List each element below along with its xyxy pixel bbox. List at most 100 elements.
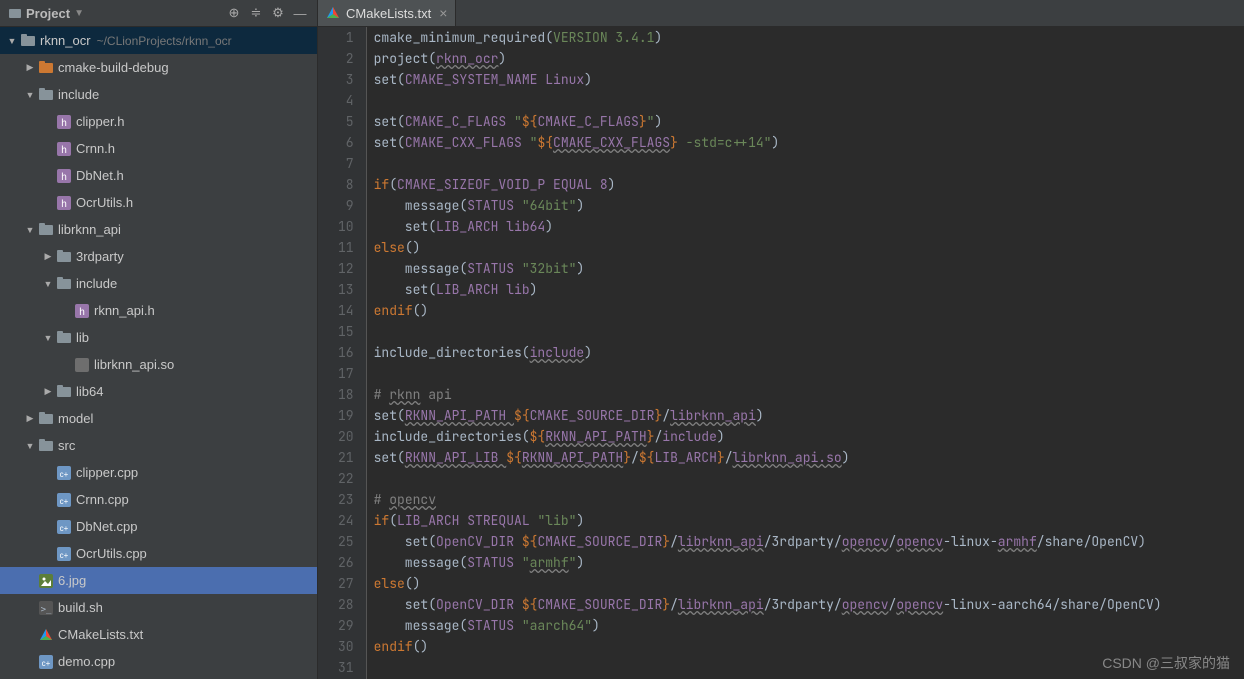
tree-item-lib[interactable]: ▼ lib — [0, 324, 317, 351]
code-line[interactable]: set(RKNN_API_LIB ${RKNN_API_PATH}/${LIB_… — [374, 447, 1244, 468]
code-line[interactable]: else() — [374, 237, 1244, 258]
code-line[interactable] — [374, 657, 1244, 678]
svg-text:h: h — [61, 172, 67, 183]
tree-label: build.sh — [58, 600, 103, 615]
chevron-down-icon[interactable]: ▼ — [6, 36, 18, 46]
tree-label: OcrUtils.h — [76, 195, 133, 210]
code-line[interactable]: set(LIB_ARCH lib) — [374, 279, 1244, 300]
code-line[interactable]: include_directories(${RKNN_API_PATH}/inc… — [374, 426, 1244, 447]
svg-text:c+: c+ — [60, 524, 69, 533]
chevron-right-icon[interactable]: ▶ — [42, 251, 54, 262]
tree-item-dbnet-cpp[interactable]: c+DbNet.cpp — [0, 513, 317, 540]
tree-item-rknn-api-h[interactable]: hrknn_api.h — [0, 297, 317, 324]
tree-item-cmakelists-txt[interactable]: CMakeLists.txt — [0, 621, 317, 648]
code-line[interactable]: endif() — [374, 300, 1244, 321]
chevron-down-icon[interactable]: ▼ — [42, 333, 54, 343]
locate-icon[interactable]: ⊕ — [225, 4, 243, 22]
code-line[interactable]: message(STATUS "armhf") — [374, 552, 1244, 573]
line-number: 12 — [338, 258, 354, 279]
tree-label: lib64 — [76, 384, 103, 399]
chevron-down-icon[interactable]: ▼ — [24, 90, 36, 100]
code-line[interactable] — [374, 363, 1244, 384]
chevron-down-icon[interactable]: ▼ — [42, 279, 54, 289]
code-line[interactable]: set(OpenCV_DIR ${CMAKE_SOURCE_DIR}/librk… — [374, 531, 1244, 552]
tree-item-build-sh[interactable]: >_ build.sh — [0, 594, 317, 621]
tree-item-librknn-api[interactable]: ▼librknn_api — [0, 216, 317, 243]
folder-icon — [38, 438, 54, 454]
tab-cmakelists[interactable]: CMakeLists.txt × — [318, 0, 456, 26]
folder-icon — [56, 330, 72, 346]
chevron-right-icon[interactable]: ▶ — [42, 386, 54, 397]
code-line[interactable] — [374, 468, 1244, 489]
code-line[interactable]: else() — [374, 573, 1244, 594]
code-text[interactable]: cmake_minimum_required(VERSION 3.4.1)pro… — [366, 27, 1244, 679]
tree-item-cmake-build-debug[interactable]: ▶cmake-build-debug — [0, 54, 317, 81]
code-line[interactable]: endif() — [374, 636, 1244, 657]
line-number: 30 — [338, 636, 354, 657]
code-line[interactable]: set(OpenCV_DIR ${CMAKE_SOURCE_DIR}/librk… — [374, 594, 1244, 615]
line-number: 6 — [338, 132, 354, 153]
code-line[interactable]: set(CMAKE_CXX_FLAGS "${CMAKE_CXX_FLAGS} … — [374, 132, 1244, 153]
sh-icon: >_ — [38, 600, 54, 616]
code-line[interactable]: set(RKNN_API_PATH ${CMAKE_SOURCE_DIR}/li… — [374, 405, 1244, 426]
code-line[interactable]: set(LIB_ARCH lib64) — [374, 216, 1244, 237]
tree-item-ocrutils-h[interactable]: hOcrUtils.h — [0, 189, 317, 216]
svg-text:c+: c+ — [60, 497, 69, 506]
tree-item-clipper-h[interactable]: hclipper.h — [0, 108, 317, 135]
tree-label: rknn_ocr — [40, 33, 91, 48]
code-line[interactable]: project(rknn_ocr) — [374, 48, 1244, 69]
tree-item-6-jpg[interactable]: 6.jpg — [0, 567, 317, 594]
chevron-down-icon[interactable]: ▼ — [24, 441, 36, 451]
code-line[interactable]: if(CMAKE_SIZEOF_VOID_P EQUAL 8) — [374, 174, 1244, 195]
expand-icon[interactable]: ≑ — [247, 4, 265, 22]
code-line[interactable]: set(CMAKE_C_FLAGS "${CMAKE_C_FLAGS}") — [374, 111, 1244, 132]
tree-item-model[interactable]: ▶model — [0, 405, 317, 432]
project-sidebar: Project ▼ ⊕ ≑ ⚙ — ▼rknn_ocr~/CLionProjec… — [0, 0, 318, 679]
tree-label: CMakeLists.txt — [58, 627, 143, 642]
tree-label: OcrUtils.cpp — [76, 546, 147, 561]
project-dropdown-icon[interactable]: ▼ — [74, 8, 84, 19]
tree-item-crnn-cpp[interactable]: c+Crnn.cpp — [0, 486, 317, 513]
cpp-icon: c+ — [56, 546, 72, 562]
chevron-right-icon[interactable]: ▶ — [24, 413, 36, 424]
code-line[interactable] — [374, 321, 1244, 342]
tree-item-clipper-cpp[interactable]: c+clipper.cpp — [0, 459, 317, 486]
project-tree[interactable]: ▼ rknn_ocr ~/CLionProjects/rknn_ocr ▶cmake-… — [0, 27, 317, 679]
code-line[interactable]: message(STATUS "64bit") — [374, 195, 1244, 216]
code-line[interactable]: message(STATUS "aarch64") — [374, 615, 1244, 636]
line-number: 29 — [338, 615, 354, 636]
tree-item-include[interactable]: ▼include — [0, 81, 317, 108]
tree-item-lib64[interactable]: ▶ lib64 — [0, 378, 317, 405]
code-line[interactable]: if(LIB_ARCH STREQUAL "lib") — [374, 510, 1244, 531]
tree-item-3rdparty[interactable]: ▶3rdparty — [0, 243, 317, 270]
code-line[interactable]: # opencv — [374, 489, 1244, 510]
svg-text:h: h — [61, 145, 67, 156]
code-line[interactable]: cmake_minimum_required(VERSION 3.4.1) — [374, 27, 1244, 48]
code-line[interactable] — [374, 90, 1244, 111]
tree-item-crnn-h[interactable]: hCrnn.h — [0, 135, 317, 162]
code-line[interactable]: include_directories(include) — [374, 342, 1244, 363]
close-icon[interactable]: × — [439, 5, 447, 21]
tree-item-src[interactable]: ▼src — [0, 432, 317, 459]
h-icon: h — [56, 141, 72, 157]
chevron-right-icon[interactable]: ▶ — [24, 62, 36, 73]
tree-item-dbnet-h[interactable]: hDbNet.h — [0, 162, 317, 189]
tree-item-librknn-api-so[interactable]: librknn_api.so — [0, 351, 317, 378]
gear-icon[interactable]: ⚙ — [269, 4, 287, 22]
line-number: 5 — [338, 111, 354, 132]
code-line[interactable]: # rknn api — [374, 384, 1244, 405]
chevron-down-icon[interactable]: ▼ — [24, 225, 36, 235]
tree-item-ocrutils-cpp[interactable]: c+ OcrUtils.cpp — [0, 540, 317, 567]
line-number: 13 — [338, 279, 354, 300]
tree-item-demo-cpp[interactable]: c+demo.cpp — [0, 648, 317, 675]
tree-label: lib — [76, 330, 89, 345]
tree-item-rknn-ocr[interactable]: ▼ rknn_ocr ~/CLionProjects/rknn_ocr — [0, 27, 317, 54]
code-editor[interactable]: 1234567891011121314151617181920212223242… — [318, 27, 1244, 679]
minimize-icon[interactable]: — — [291, 4, 309, 22]
code-line[interactable] — [374, 153, 1244, 174]
tree-path: ~/CLionProjects/rknn_ocr — [97, 34, 232, 48]
code-line[interactable]: set(CMAKE_SYSTEM_NAME Linux) — [374, 69, 1244, 90]
line-number: 15 — [338, 321, 354, 342]
code-line[interactable]: message(STATUS "32bit") — [374, 258, 1244, 279]
tree-item-include[interactable]: ▼include — [0, 270, 317, 297]
